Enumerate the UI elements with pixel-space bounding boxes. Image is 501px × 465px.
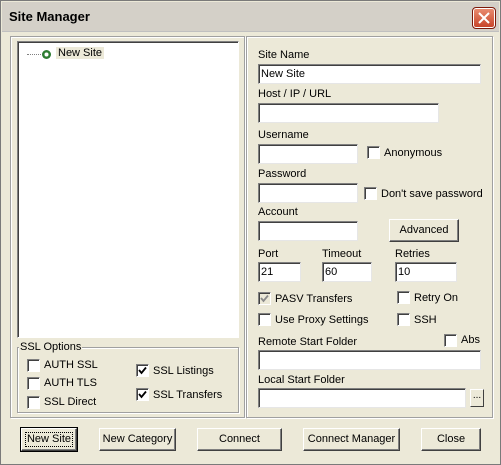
advanced-button[interactable]: Advanced: [389, 219, 459, 242]
retry-on-label: Retry On: [414, 292, 459, 304]
tree-connector: [27, 54, 41, 55]
checkmark-icon: [138, 390, 147, 399]
ssl-direct-label: SSL Direct: [44, 396, 97, 408]
host-label: Host / IP / URL: [258, 88, 332, 100]
tree-item-new-site[interactable]: New Site: [56, 47, 105, 59]
title-bar[interactable]: Site Manager: [2, 2, 499, 32]
auth-ssl-checkbox[interactable]: [27, 359, 40, 372]
port-input[interactable]: [258, 262, 301, 282]
retry-on-checkbox[interactable]: [397, 291, 410, 304]
dont-save-password-checkbox[interactable]: [364, 187, 377, 200]
close-button[interactable]: Close: [421, 428, 481, 451]
site-name-input[interactable]: [258, 64, 481, 84]
site-tree[interactable]: [17, 41, 239, 338]
pasv-transfers-label: PASV Transfers: [275, 293, 353, 305]
remote-start-folder-label: Remote Start Folder: [258, 336, 358, 348]
port-label: Port: [258, 248, 279, 260]
host-input[interactable]: [258, 103, 439, 123]
timeout-label: Timeout: [322, 248, 362, 260]
local-start-folder-label: Local Start Folder: [258, 374, 345, 386]
ssl-transfers-checkbox[interactable]: [136, 388, 149, 401]
anonymous-checkbox[interactable]: [367, 146, 380, 159]
password-input[interactable]: [258, 183, 358, 203]
checkmark-icon: [260, 294, 269, 303]
pasv-transfers-checkbox[interactable]: [258, 292, 271, 305]
connect-manager-button[interactable]: Connect Manager: [303, 428, 400, 451]
abs-checkbox[interactable]: [444, 334, 457, 347]
local-start-folder-input[interactable]: [258, 388, 466, 408]
site-name-label: Site Name: [258, 49, 310, 61]
site-node-icon: [42, 50, 51, 59]
password-label: Password: [258, 168, 307, 180]
focus-rectangle: [25, 432, 73, 447]
browse-button[interactable]: ...: [470, 389, 484, 407]
site-manager-window: Site Manager New Site SSL Options AUTH S…: [0, 0, 501, 465]
account-label: Account: [258, 206, 298, 218]
ssl-direct-checkbox[interactable]: [27, 396, 40, 409]
anonymous-label: Anonymous: [384, 147, 443, 159]
ssl-listings-label: SSL Listings: [153, 365, 214, 377]
ssl-listings-checkbox[interactable]: [136, 364, 149, 377]
username-input[interactable]: [258, 144, 358, 164]
new-site-button[interactable]: New Site: [20, 427, 78, 452]
ssl-options-legend: SSL Options: [19, 341, 83, 353]
use-proxy-label: Use Proxy Settings: [275, 314, 369, 326]
remote-start-folder-input[interactable]: [258, 350, 481, 370]
window-title: Site Manager: [9, 9, 90, 24]
window-close-button[interactable]: [472, 7, 496, 29]
dont-save-password-label: Don't save password: [381, 188, 483, 200]
ssh-label: SSH: [414, 314, 437, 326]
auth-tls-label: AUTH TLS: [44, 377, 97, 389]
abs-label: Abs: [461, 334, 480, 346]
ssh-checkbox[interactable]: [397, 313, 410, 326]
connect-button[interactable]: Connect: [197, 428, 282, 451]
account-input[interactable]: [258, 221, 358, 241]
close-icon: [478, 12, 490, 24]
use-proxy-checkbox[interactable]: [258, 313, 271, 326]
retries-label: Retries: [395, 248, 430, 260]
retries-input[interactable]: [395, 262, 457, 282]
ssl-transfers-label: SSL Transfers: [153, 389, 223, 401]
new-category-button[interactable]: New Category: [99, 428, 176, 451]
timeout-input[interactable]: [322, 262, 372, 282]
auth-tls-checkbox[interactable]: [27, 377, 40, 390]
auth-ssl-label: AUTH SSL: [44, 359, 98, 371]
username-label: Username: [258, 129, 309, 141]
checkmark-icon: [138, 366, 147, 375]
